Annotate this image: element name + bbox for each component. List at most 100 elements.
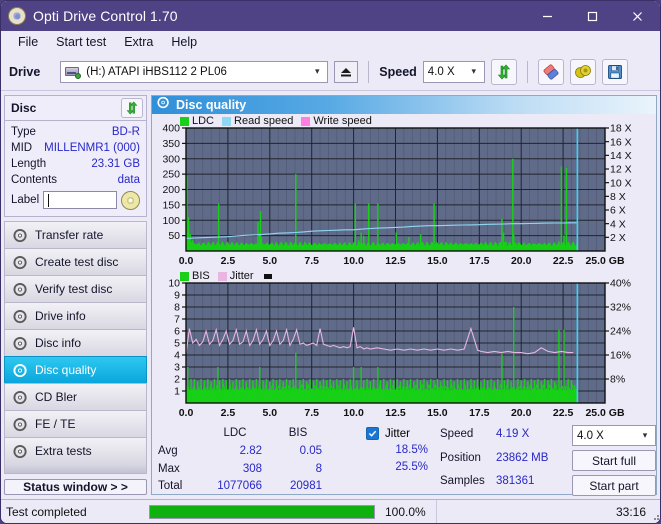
speed-select[interactable]: 4.0 X ▾ [422,60,485,83]
svg-text:7: 7 [174,314,180,326]
speed-info-table: Speed 4.19 X Position 23862 MB Samples 3… [440,425,570,496]
svg-text:15.0: 15.0 [427,255,448,267]
disc-panel: Disc Type BD-R MID MILLENMR1 (000) Lengt… [4,95,147,217]
svg-text:17.5: 17.5 [469,255,490,267]
toolbar-divider [368,60,370,83]
panel-header: Disc quality [152,96,656,114]
sidebar-item-verify-test-disc[interactable]: Verify test disc [4,275,147,302]
disc-row-type-value: BD-R [111,126,140,138]
menu-bar: File Start test Extra Help [1,31,660,53]
jitter-max-value: 25.5% [395,461,428,473]
disc-row-contents-key: Contents [11,174,58,186]
position-value: 23862 MB [496,451,549,464]
svg-text:5: 5 [174,338,180,350]
sidebar-item-label: Disc quality [35,363,97,377]
drive-select[interactable]: (H:) ATAPI iHBS112 2 PL06 ▾ [60,60,329,83]
sidebar-item-drive-info[interactable]: Drive info [4,302,147,329]
sidebar-item-transfer-rate[interactable]: Transfer rate [4,221,147,248]
bis-chart-legend: BIS Jitter [180,270,272,282]
erase-button[interactable] [537,58,564,85]
stats-table: LDC BIS Avg 2.82 0.05 Max 308 8 Total 10… [158,425,328,496]
svg-text:400: 400 [162,123,180,135]
svg-text:7.5: 7.5 [304,407,319,419]
position-key: Position [440,451,481,464]
legend-label-bis: BIS [192,270,210,282]
svg-text:2 X: 2 X [610,232,626,244]
maximize-icon[interactable] [570,1,615,31]
eject-button[interactable] [334,60,359,83]
chevron-down-icon: ▾ [642,430,648,440]
bis-plot[interactable]: 12345678910 8% 16% 24% 32% 40% 0.0 2.5 5.0 7.5 10.… [152,269,649,421]
legend-label-write-speed: Write speed [313,115,372,127]
sidebar-item-label: Transfer rate [35,228,104,242]
disc-row-contents: Contents data [11,172,140,188]
jitter-checkbox[interactable] [366,427,380,440]
nav-list: Transfer rate Create test disc Verify te… [4,221,147,474]
svg-text:350: 350 [162,138,180,150]
svg-text:32%: 32% [610,302,631,314]
svg-text:10: 10 [168,278,180,290]
sidebar-item-fe-te[interactable]: FE / TE [4,410,147,437]
legend-entry-write-speed: Write speed [301,115,372,127]
svg-text:9: 9 [174,290,180,302]
status-bar: Test completed 100.0% 33:16 [1,499,660,523]
chevron-down-icon: ▾ [315,66,320,76]
close-icon[interactable] [615,1,660,31]
save-button[interactable] [601,58,628,85]
refresh-icon [126,101,138,115]
disc-label-input[interactable] [43,191,117,209]
svg-text:8: 8 [174,302,180,314]
menu-item-start-test[interactable]: Start test [47,33,115,51]
svg-text:4 X: 4 X [610,218,626,230]
start-full-button[interactable]: Start full [572,450,656,471]
legend-entry-read-speed: Read speed [222,115,293,127]
sidebar-item-disc-info[interactable]: Disc info [4,329,147,356]
drive-label: Drive [9,64,41,79]
ldc-chart-legend: LDC Read speed Write speed [180,115,376,127]
svg-text:2.5: 2.5 [221,407,236,419]
samples-value: 381361 [496,475,535,488]
svg-text:16%: 16% [610,350,631,362]
resize-grip-icon[interactable] [650,511,660,521]
disc-icon [13,228,28,243]
jitter-block: Jitter 18.5% 25.5% [342,425,434,496]
sidebar-item-cd-bler[interactable]: CD Bler [4,383,147,410]
ldc-plot[interactable]: 501001502002503003504002 X4 X6 X8 X10 X1… [152,114,649,269]
status-window-button[interactable]: Status window > > [4,479,147,495]
disc-icon [13,336,28,351]
start-part-button[interactable]: Start part [572,475,656,496]
svg-text:6: 6 [174,326,180,338]
stats-row-max-ldc: 308 [242,462,262,475]
menu-item-file[interactable]: File [9,33,47,51]
sidebar-item-extra-tests[interactable]: Extra tests [4,437,147,464]
test-speed-select[interactable]: 4.0 X ▾ [572,425,656,446]
svg-text:2: 2 [174,374,180,386]
svg-text:50: 50 [168,230,180,242]
coins-button[interactable] [569,58,596,85]
svg-text:10.0: 10.0 [343,255,364,267]
disc-row-mid-key: MID [11,142,33,154]
ldc-chart: LDC Read speed Write speed 50 100 150 200 25… [152,114,656,269]
cd-icon[interactable] [121,190,140,210]
stats-row-total-ldc: 1077066 [217,480,262,493]
sidebar-item-create-test-disc[interactable]: Create test disc [4,248,147,275]
menu-item-help[interactable]: Help [162,33,206,51]
disc-refresh-button[interactable] [121,98,143,118]
disc-row-type-key: Type [11,126,36,138]
disc-label-row: Label [11,189,140,211]
menu-item-extra[interactable]: Extra [115,33,162,51]
svg-text:0.0: 0.0 [179,255,194,267]
svg-text:24%: 24% [610,326,631,338]
coins-icon [574,64,591,78]
svg-text:7.5: 7.5 [304,255,319,267]
svg-text:250: 250 [162,169,180,181]
minimize-icon[interactable] [525,1,570,31]
sidebar-item-disc-quality[interactable]: Disc quality [4,356,147,383]
drive-select-value: (H:) ATAPI iHBS112 2 PL06 [86,65,227,78]
progress-bar-fill [150,505,374,518]
disc-icon [13,255,28,270]
refresh-button[interactable] [490,58,517,85]
legend-label-jitter: Jitter [229,270,254,282]
svg-text:22.5: 22.5 [553,255,574,267]
progress-percent: 100.0% [375,499,437,523]
